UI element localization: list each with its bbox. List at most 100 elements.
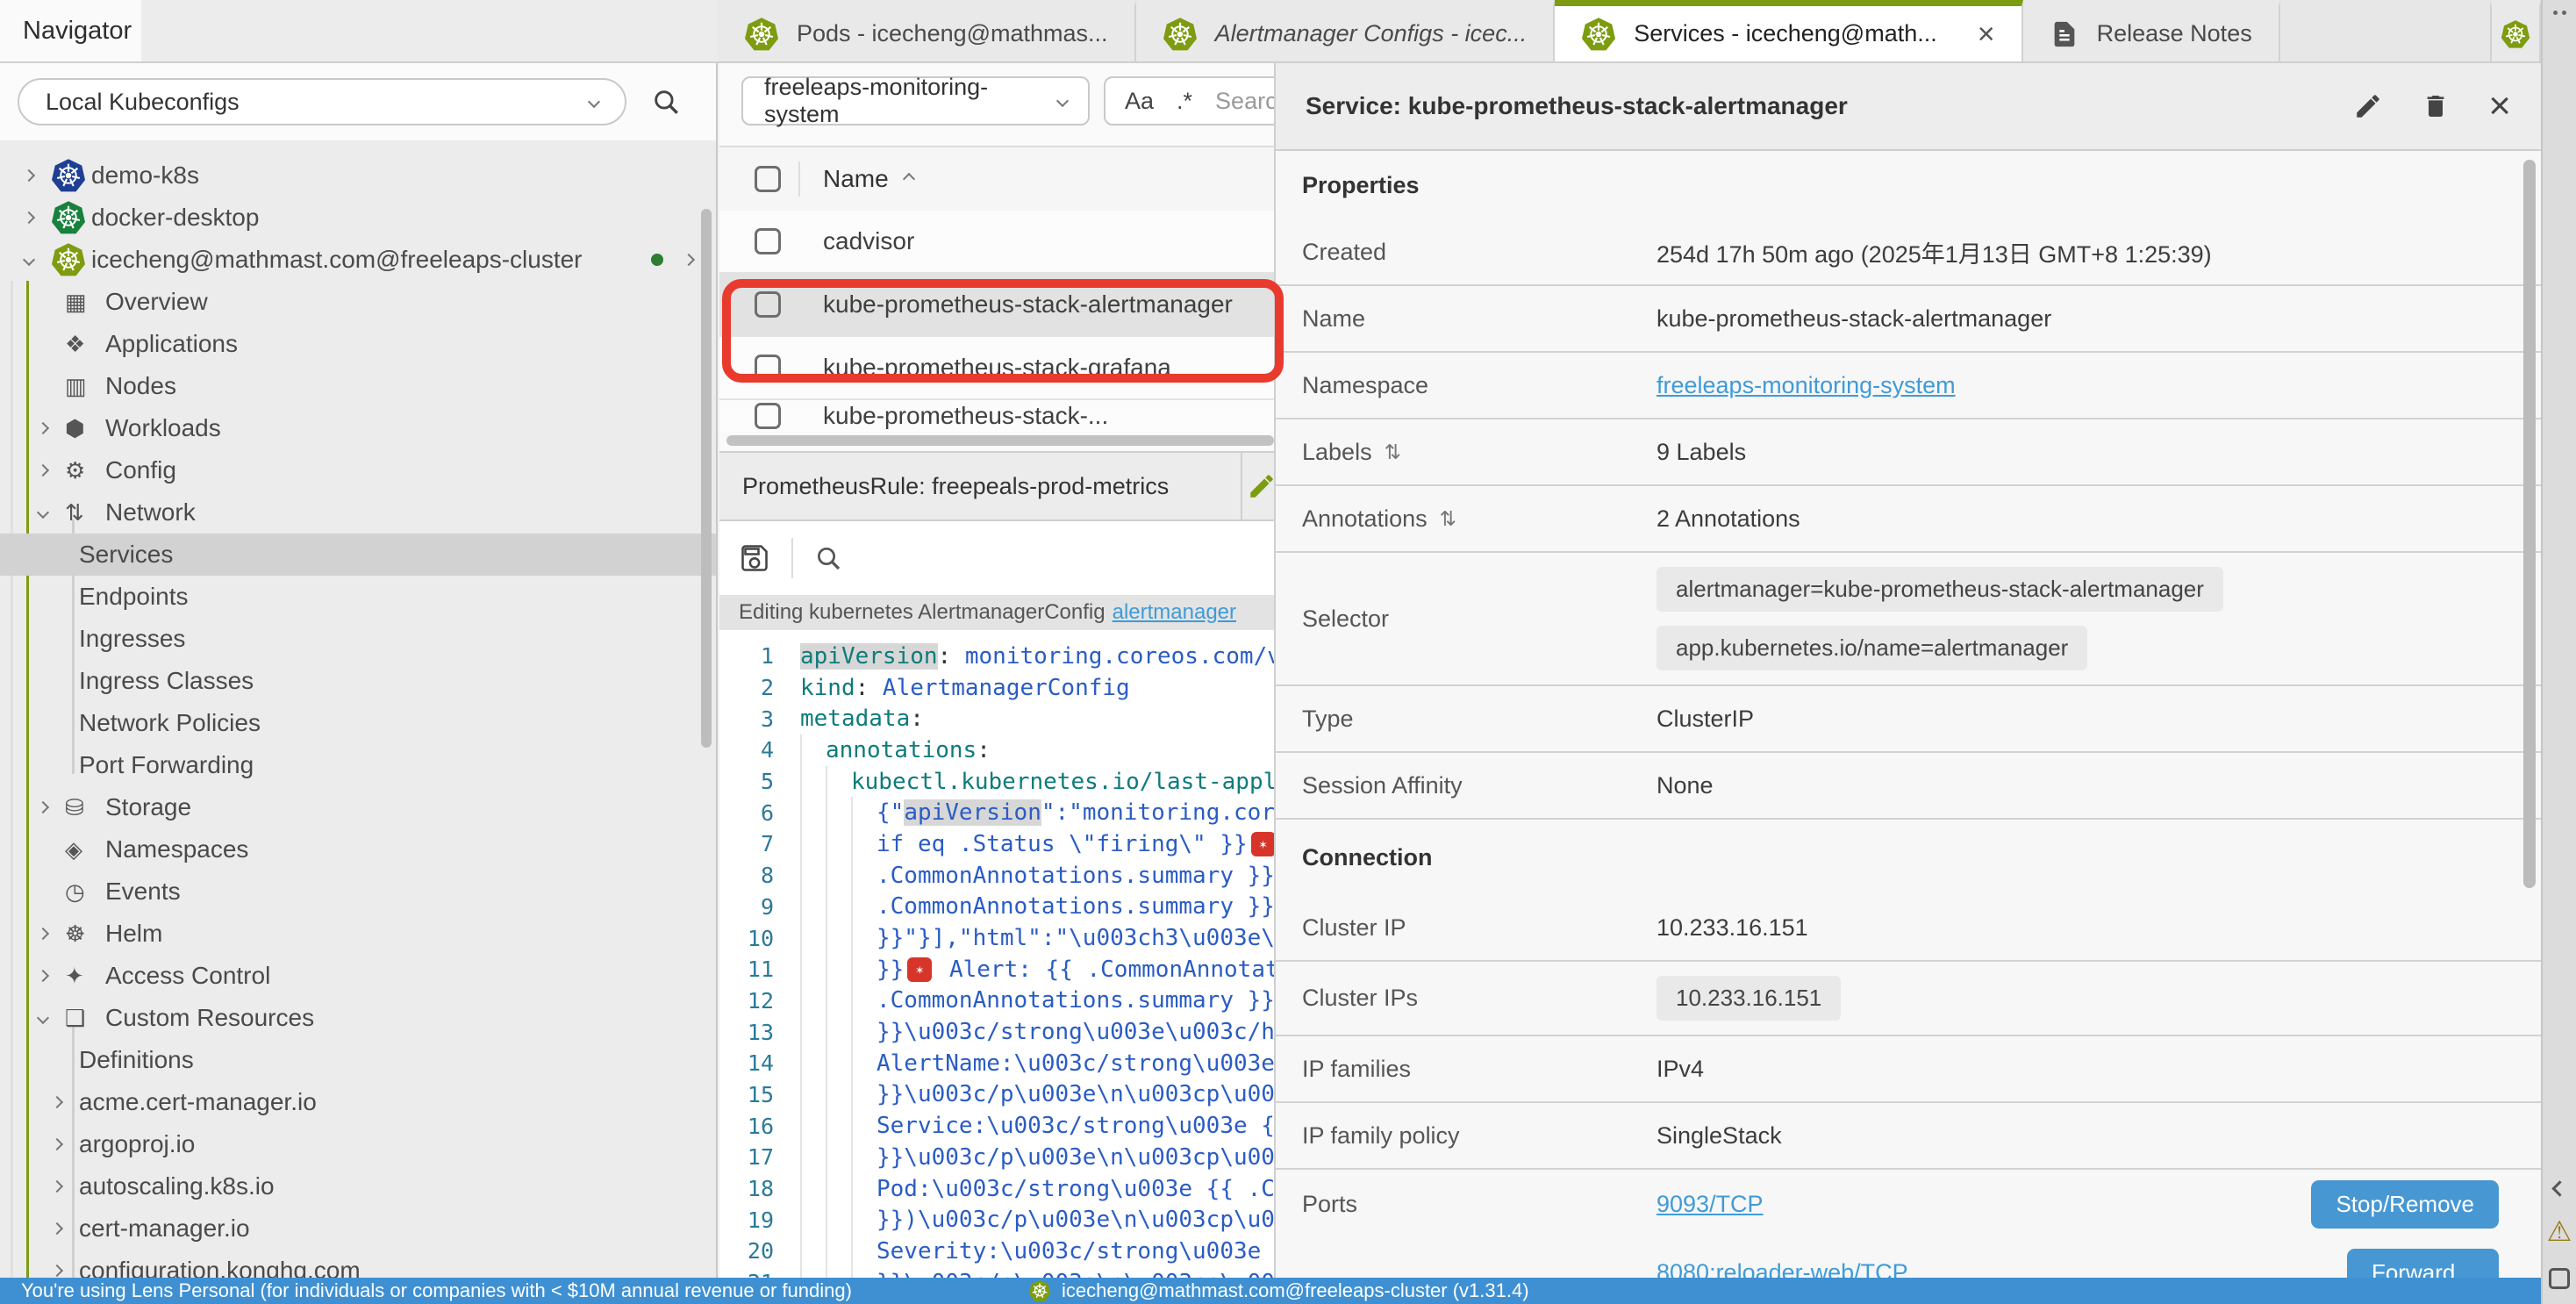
chevron-right-icon[interactable]	[23, 211, 35, 224]
editor-line[interactable]: 14AlertName:\u003c/strong\u003e	[719, 1048, 1281, 1079]
hotbar-menu-icon[interactable]	[2543, 11, 2576, 15]
sidebar-item-helm[interactable]: ☸Helm	[0, 913, 716, 955]
sidebar-item-nodes[interactable]: ▥Nodes	[0, 365, 716, 407]
regex-icon[interactable]: .*	[1177, 88, 1192, 115]
forward-button[interactable]: Forward...	[2347, 1249, 2499, 1279]
namespace-select[interactable]: freeleaps-monitoring-system	[741, 76, 1090, 125]
editor-search-icon[interactable]	[814, 544, 842, 572]
chevron-right-icon[interactable]	[51, 1096, 63, 1108]
sidebar-item-endpoints[interactable]: Endpoints	[0, 576, 716, 618]
sidebar-item-icecheng-mathmast-com-freeleaps-cluster[interactable]: icecheng@mathmast.com@freeleaps-cluster	[0, 239, 716, 281]
sidebar-item-events[interactable]: ◷Events	[0, 871, 716, 913]
editor-line[interactable]: 9.CommonAnnotations.summary }}-	[719, 892, 1281, 923]
sidebar-item-applications[interactable]: ❖Applications	[0, 323, 716, 365]
sidebar-item-argoproj-io[interactable]: argoproj.io	[0, 1123, 716, 1165]
chevron-right-icon[interactable]	[51, 1138, 63, 1150]
chevron-right-icon[interactable]	[51, 1180, 63, 1193]
chevron-right-icon[interactable]	[683, 254, 695, 266]
save-icon[interactable]	[739, 542, 770, 574]
edit-pencil-icon[interactable]	[1247, 471, 1277, 501]
drawer-scrollbar[interactable]	[2523, 160, 2536, 888]
editor-line[interactable]: 7if eq .Status \"firing\" }}✶	[719, 828, 1281, 860]
namespace-link[interactable]: freeleaps-monitoring-system	[1657, 372, 1956, 399]
sidebar-item-workloads[interactable]: ⬢Workloads	[0, 407, 716, 449]
sidebar-item-services[interactable]: Services	[0, 534, 716, 576]
tab-alertmanager-configs-icec[interactable]: Alertmanager Configs - icec...	[1136, 0, 1556, 61]
sidebar-item-cert-manager-io[interactable]: cert-manager.io	[0, 1207, 716, 1250]
editor-line[interactable]: 11}}✶ Alert: {{ .CommonAnnotati	[719, 954, 1281, 985]
sort-toggle-icon[interactable]: ⇅	[1385, 441, 1401, 464]
sidebar-item-demo-k8s[interactable]: demo-k8s	[0, 154, 716, 197]
select-all-checkbox[interactable]	[755, 166, 781, 192]
editor-line[interactable]: 20Severity:\u003c/strong\u003e -	[719, 1236, 1281, 1267]
horizontal-scrollbar[interactable]	[726, 435, 1274, 446]
chevron-down-icon[interactable]	[37, 506, 49, 519]
chevron-right-icon[interactable]	[37, 970, 49, 982]
sidebar-item-definitions[interactable]: Definitions	[0, 1039, 716, 1081]
chevron-right-icon[interactable]	[51, 1265, 63, 1277]
delete-trash-icon[interactable]	[2422, 91, 2450, 121]
match-case-icon[interactable]: Aa	[1125, 88, 1154, 115]
chevron-down-icon[interactable]	[37, 1012, 49, 1024]
editor-line[interactable]: 19}})\u003c/p\u003e\n\u003cp\u00	[719, 1204, 1281, 1236]
sidebar-scrollbar[interactable]	[701, 209, 712, 748]
editor-line[interactable]: 5kubectl.kubernetes.io/last-applied-conf…	[719, 766, 1281, 798]
row-checkbox[interactable]	[755, 355, 781, 381]
sort-toggle-icon[interactable]: ⇅	[1440, 507, 1456, 531]
editor-line[interactable]: 2kind: AlertmanagerConfig	[719, 672, 1281, 704]
close-tab-icon[interactable]: ×	[1978, 19, 1995, 49]
sidebar-item-acme-cert-manager-io[interactable]: acme.cert-manager.io	[0, 1081, 716, 1123]
stop-remove-button[interactable]: Stop/Remove	[2311, 1180, 2499, 1229]
column-header-name[interactable]: Name	[823, 165, 913, 193]
yaml-editor[interactable]: 1apiVersion: monitoring.coreos.com/v12ki…	[719, 630, 1281, 1304]
editor-line[interactable]: 10}}"}],"html":"\u003ch3\u003e\u	[719, 922, 1281, 954]
chevron-right-icon[interactable]	[37, 928, 49, 940]
table-row-kube-prometheus-stack-alertmanager[interactable]: kube-prometheus-stack-alertmanager	[719, 274, 1281, 337]
chevron-right-icon[interactable]	[37, 464, 49, 476]
tab-pods-icecheng-mathmas[interactable]: Pods - icecheng@mathmas...	[718, 0, 1136, 61]
sidebar-item-access-control[interactable]: ✦Access Control	[0, 955, 716, 997]
sidebar-item-ingresses[interactable]: Ingresses	[0, 618, 716, 660]
port-link-9093-tcp[interactable]: 9093/TCP	[1657, 1191, 1764, 1217]
editor-line[interactable]: 17}}\u003c/p\u003e\n\u003cp\u003	[719, 1142, 1281, 1173]
port-link-8080-reloader-web-tcp[interactable]: 8080:reloader-web/TCP	[1657, 1259, 1908, 1279]
search-icon[interactable]	[651, 87, 681, 117]
row-checkbox[interactable]	[755, 228, 781, 254]
sidebar-item-docker-desktop[interactable]: docker-desktop	[0, 197, 716, 239]
editor-line[interactable]: 15}}\u003c/p\u003e\n\u003cp\u003	[719, 1079, 1281, 1111]
tab-overflow[interactable]	[2490, 0, 2541, 61]
collapse-chevron-icon[interactable]	[2551, 1180, 2567, 1196]
sidebar-item-namespaces[interactable]: ◈Namespaces	[0, 828, 716, 871]
chevron-right-icon[interactable]	[23, 169, 35, 182]
table-row-cadvisor[interactable]: cadvisor	[719, 211, 1281, 274]
editor-line[interactable]: 16Service:\u003c/strong\u003e {{	[719, 1110, 1281, 1142]
sidebar-item-overview[interactable]: ▦Overview	[0, 281, 716, 323]
chevron-right-icon[interactable]	[37, 801, 49, 813]
edit-pencil-icon[interactable]	[2353, 91, 2383, 121]
editor-line[interactable]: 1apiVersion: monitoring.coreos.com/v1	[719, 641, 1281, 672]
tab-services-icecheng-math[interactable]: Services - icecheng@math...×	[1555, 0, 2022, 61]
sidebar-item-configuration-konghq-com[interactable]: configuration.konghq.com	[0, 1250, 716, 1278]
sidebar-item-network-policies[interactable]: Network Policies	[0, 702, 716, 744]
warning-icon[interactable]: ⚠	[2547, 1217, 2572, 1245]
sidebar-item-storage[interactable]: ⛁Storage	[0, 786, 716, 828]
editor-line[interactable]: 12.CommonAnnotations.summary }}-	[719, 985, 1281, 1017]
sidebar-item-custom-resources[interactable]: ❑Custom Resources	[0, 997, 716, 1039]
close-icon[interactable]: ×	[2488, 87, 2511, 125]
sidebar-item-ingress-classes[interactable]: Ingress Classes	[0, 660, 716, 702]
table-row-kube-prometheus-stack-grafana[interactable]: kube-prometheus-stack-grafana	[719, 337, 1281, 400]
editor-line[interactable]: 4annotations:	[719, 734, 1281, 766]
table-row-kube-prometheus-stack[interactable]: kube-prometheus-stack-...	[719, 400, 1281, 432]
chevron-right-icon[interactable]	[51, 1222, 63, 1235]
sidebar-item-config[interactable]: ⚙Config	[0, 449, 716, 491]
editor-line[interactable]: 13}}\u003c/strong\u003e\u003c/h3	[719, 1016, 1281, 1048]
chevron-right-icon[interactable]	[37, 422, 49, 434]
sidebar-item-port-forwarding[interactable]: Port Forwarding	[0, 744, 716, 786]
row-checkbox[interactable]	[755, 291, 781, 318]
hotbar-app-icon[interactable]	[2549, 1268, 2570, 1289]
chevron-down-icon[interactable]	[23, 254, 35, 266]
active-cluster-status[interactable]: icecheng@mathmast.com@freeleaps-cluster …	[1028, 1279, 1529, 1302]
editor-line[interactable]: 8.CommonAnnotations.summary }}-	[719, 860, 1281, 892]
sidebar-item-autoscaling-k8s-io[interactable]: autoscaling.k8s.io	[0, 1165, 716, 1207]
editor-line[interactable]: 6{"apiVersion":"monitoring.coreos.com/v1…	[719, 797, 1281, 828]
